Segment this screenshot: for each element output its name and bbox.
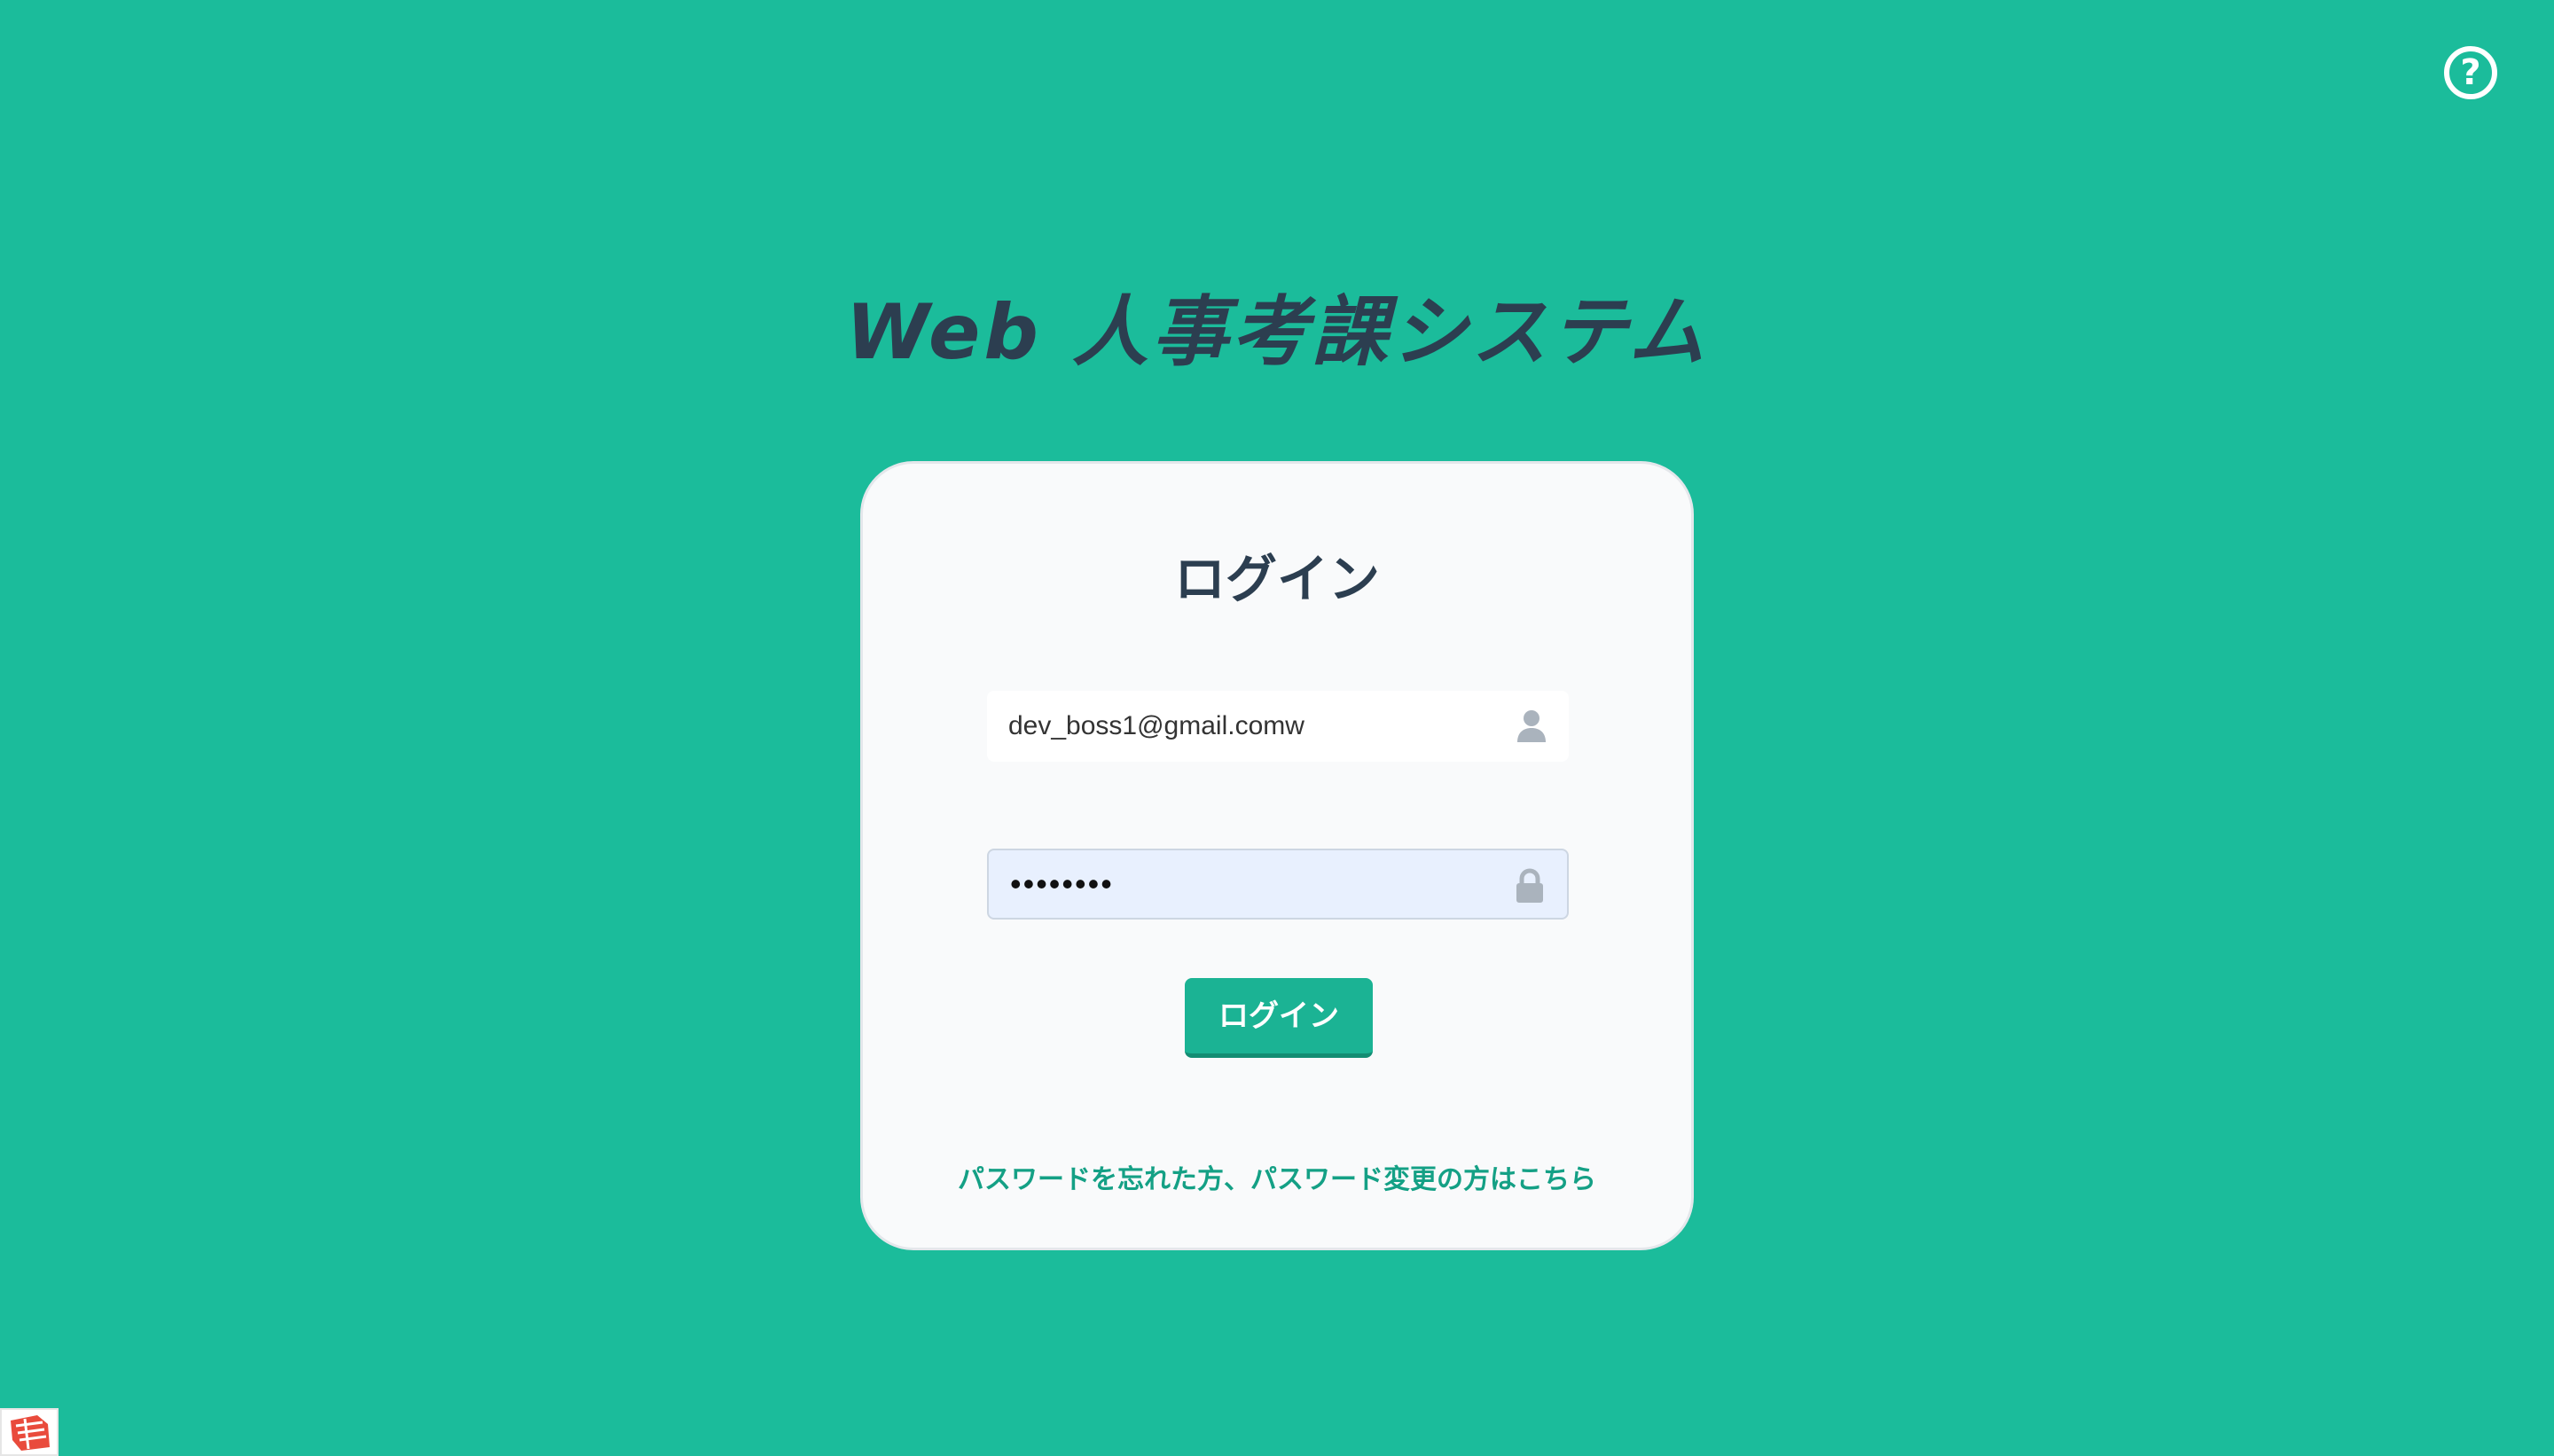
user-icon <box>1516 708 1547 744</box>
password-field[interactable] <box>989 850 1567 918</box>
login-card-title: ログイン <box>1173 549 1380 609</box>
help-icon[interactable]: ? <box>2444 46 2497 99</box>
forgot-password-link[interactable]: パスワードを忘れた方、パスワード変更の方はこちら <box>863 1162 1691 1198</box>
login-button[interactable]: ログイン <box>1185 978 1373 1058</box>
corner-badge[interactable] <box>0 1408 59 1456</box>
lock-icon <box>1514 868 1546 904</box>
app-title: Web 人事考課システム <box>845 288 1709 377</box>
password-field-container <box>987 849 1569 920</box>
email-field[interactable] <box>987 691 1569 762</box>
extension-icon <box>11 1415 50 1451</box>
login-card: ログイン ログイン パスワードを忘れた方、パスワード変更の方はこちら <box>860 461 1694 1250</box>
email-field-container <box>987 691 1569 762</box>
